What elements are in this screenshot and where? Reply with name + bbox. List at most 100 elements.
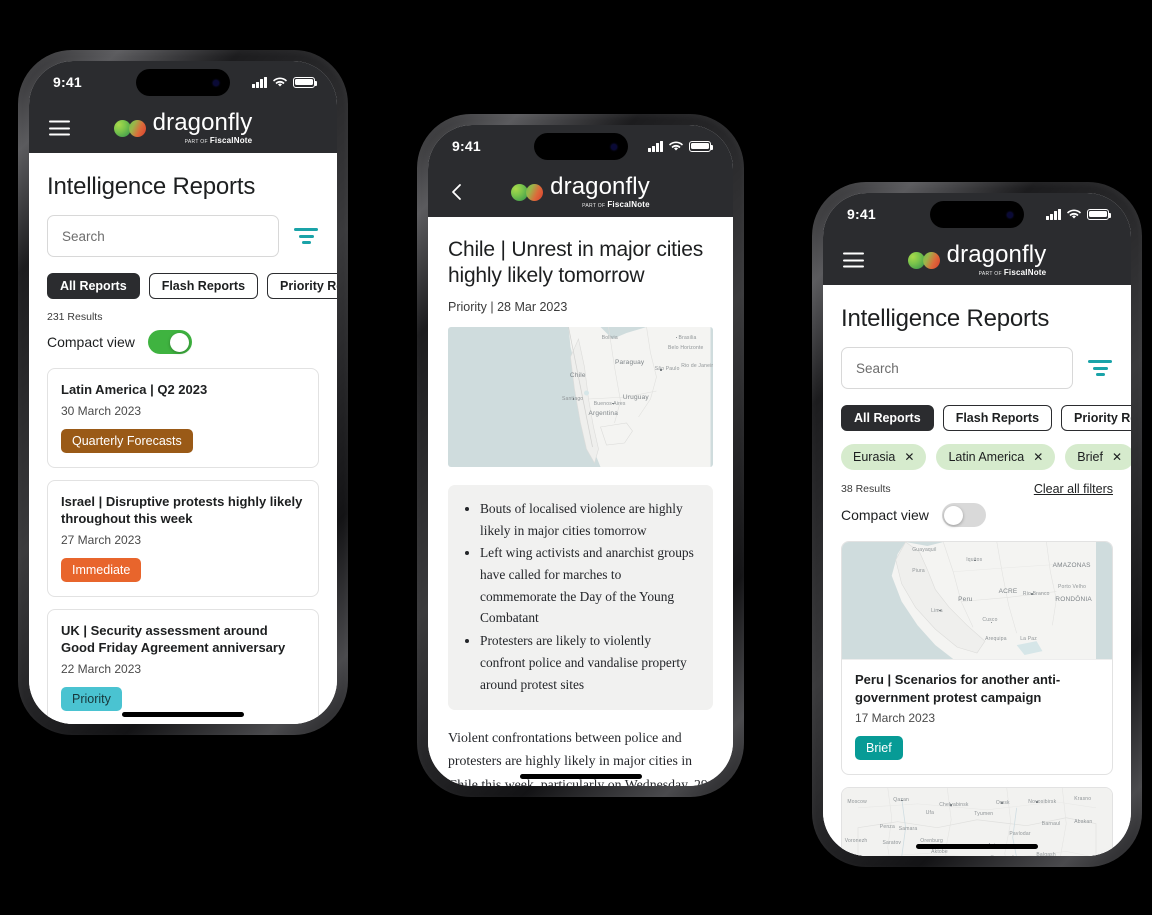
close-x-icon[interactable]: ✕	[1033, 450, 1043, 464]
wifi-icon	[273, 77, 287, 87]
filter-chip-eurasia[interactable]: Eurasia ✕	[841, 444, 927, 470]
map-label: Peru	[958, 595, 973, 603]
phone-mockup-report-detail: 9:41 dragonfly PART OF FiscalNote Chile …	[417, 114, 744, 797]
map-label: AMAZONAS	[1052, 561, 1091, 569]
cellular-bars-icon	[648, 140, 663, 152]
map-label: La Paz	[1020, 635, 1037, 642]
map-label: Moscow	[847, 798, 867, 805]
logo-dots-icon	[907, 251, 940, 269]
filter-funnel-icon[interactable]	[1087, 357, 1113, 379]
map-label: Rio Branco	[1022, 591, 1050, 598]
tab-priority-reports[interactable]: Priority Reports	[1061, 405, 1131, 431]
report-card[interactable]: Guayaquil Iquitos AMAZONAS Piura Peru AC…	[841, 541, 1113, 776]
map-label: Arequipa	[985, 635, 1007, 642]
map-label: Argentina	[588, 409, 619, 417]
dynamic-island	[136, 69, 230, 96]
status-bar: 9:41	[823, 193, 1131, 235]
results-count: 231 Results	[47, 311, 103, 323]
tab-all-reports[interactable]: All Reports	[47, 273, 140, 299]
phone-mockup-filtered-list: 9:41 dragonfly PART OF FiscalNote Intell…	[812, 182, 1142, 867]
map-label: Pavlodar	[1009, 831, 1031, 838]
phone-mockup-reports-list: 9:41 dragonfly PART OF FiscalNote Intell…	[18, 50, 348, 735]
report-title: Peru | Scenarios for another anti-govern…	[855, 672, 1061, 705]
hamburger-menu-icon[interactable]	[843, 252, 864, 268]
search-row	[841, 347, 1113, 389]
dynamic-island	[930, 201, 1024, 228]
report-card[interactable]: Israel | Disruptive protests highly like…	[47, 479, 319, 597]
tab-flash-reports[interactable]: Flash Reports	[942, 405, 1053, 431]
map-label: Paraguay	[614, 359, 645, 367]
map-label: Aktobe	[931, 848, 948, 855]
logo-tagline: PART OF FiscalNote	[184, 135, 253, 145]
status-bar: 9:41	[29, 61, 337, 103]
map-label: Abakan	[1074, 818, 1093, 825]
close-x-icon[interactable]: ✕	[1112, 450, 1122, 464]
south-america-map: Bolivia Brasilia Belo Horizonte Paraguay…	[448, 326, 713, 467]
dragonfly-logo: dragonfly PART OF FiscalNote	[907, 240, 1047, 278]
wifi-icon	[1067, 209, 1081, 219]
summary-bullet: Bouts of localised violence are highly l…	[480, 498, 698, 541]
logo-wordmark: dragonfly	[550, 172, 650, 200]
map-label: Piura	[912, 567, 925, 574]
dragonfly-logo: dragonfly PART OF FiscalNote	[511, 172, 650, 210]
search-input[interactable]	[841, 347, 1073, 389]
map-label: Ufa	[925, 810, 935, 817]
map-label: Voronezh	[844, 838, 868, 845]
logo-tagline: PART OF FiscalNote	[582, 199, 650, 209]
compact-view-toggle[interactable]	[147, 330, 192, 354]
clear-all-filters-link[interactable]: Clear all filters	[1034, 482, 1113, 496]
page-title: Intelligence Reports	[47, 173, 256, 200]
map-label: ACRE	[998, 587, 1018, 595]
report-type-tabs: All Reports Flash Reports Priority Repor…	[841, 405, 1131, 431]
app-header: dragonfly PART OF FiscalNote	[29, 103, 337, 153]
map-label: Guayaquil	[912, 546, 937, 553]
report-card[interactable]: Latin America | Q2 2023 30 March 2023 Qu…	[47, 368, 319, 468]
back-chevron-icon[interactable]	[448, 182, 464, 202]
logo-wordmark: dragonfly	[152, 108, 253, 136]
filtered-reports-page: Intelligence Reports All Reports Flash R…	[823, 305, 1131, 856]
filter-funnel-icon[interactable]	[293, 225, 319, 247]
home-indicator	[122, 712, 244, 717]
article-meta: Priority | 28 Mar 2023	[448, 299, 568, 314]
report-date: 27 March 2023	[61, 532, 142, 547]
map-label: Novosibirsk	[1028, 798, 1057, 805]
map-label: Cusco	[982, 616, 998, 623]
peru-map: Guayaquil Iquitos AMAZONAS Piura Peru AC…	[842, 542, 1112, 660]
chip-label: Brief	[1077, 450, 1103, 464]
home-indicator	[519, 774, 642, 779]
close-x-icon[interactable]: ✕	[904, 450, 914, 464]
map-label: Buenos Aires	[593, 401, 626, 408]
status-badge: Brief	[855, 736, 903, 761]
compact-view-toggle[interactable]	[941, 503, 986, 527]
tab-all-reports[interactable]: All Reports	[841, 405, 934, 431]
hamburger-menu-icon[interactable]	[49, 120, 70, 136]
results-count: 38 Results	[841, 483, 891, 495]
tab-flash-reports[interactable]: Flash Reports	[148, 273, 259, 299]
map-label: Brasilia	[678, 335, 697, 342]
filter-chip-brief[interactable]: Brief ✕	[1065, 444, 1131, 470]
map-label: Tyumen	[974, 811, 994, 818]
report-title: UK | Security assessment around Good Fri…	[61, 622, 286, 656]
report-title: Israel | Disruptive protests highly like…	[61, 493, 303, 527]
results-row: 38 Results Clear all filters	[841, 482, 1113, 496]
search-input[interactable]	[47, 215, 279, 257]
app-header: dragonfly PART OF FiscalNote	[428, 167, 733, 217]
map-label: São Paulo	[654, 366, 680, 373]
filter-chip-latin-america[interactable]: Latin America ✕	[936, 444, 1056, 470]
map-label: Penza	[879, 824, 895, 831]
summary-bullet: Protesters are likely to violently confr…	[480, 630, 698, 695]
battery-icon	[689, 140, 714, 152]
logo-wordmark: dragonfly	[946, 240, 1047, 268]
app-header: dragonfly PART OF FiscalNote	[823, 235, 1131, 285]
report-title: Latin America | Q2 2023	[61, 382, 208, 397]
reports-list-page: Intelligence Reports All Reports Flash R…	[29, 173, 337, 724]
map-label: Rio de Janeiro	[681, 363, 713, 370]
phone-screen: 9:41 dragonfly PART OF FiscalNote	[29, 61, 337, 724]
map-label: Bolivia	[601, 335, 618, 342]
report-card[interactable]: UK | Security assessment around Good Fri…	[47, 608, 319, 724]
tab-priority-reports[interactable]: Priority Reports	[267, 273, 337, 299]
map-label: Belo Horizonte	[667, 345, 704, 352]
search-row	[47, 215, 319, 257]
report-date: 22 March 2023	[61, 661, 142, 676]
front-camera-icon	[213, 79, 219, 86]
